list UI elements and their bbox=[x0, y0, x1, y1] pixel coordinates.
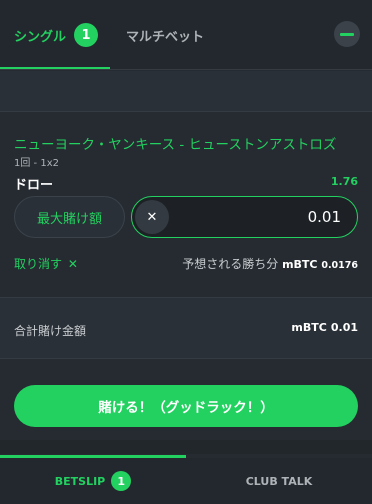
tab-betslip-count-badge: 1 bbox=[111, 471, 132, 491]
spacer-band bbox=[0, 71, 372, 111]
payout-label: 予想される勝ち分 bbox=[182, 257, 279, 271]
tab-single[interactable]: シングル 1 bbox=[14, 0, 99, 70]
close-icon: ✕ bbox=[67, 257, 78, 271]
clear-stake-button[interactable]: ✕ bbox=[135, 200, 169, 234]
odds-value: 1.76 bbox=[330, 175, 358, 188]
tab-betslip-label: BETSLIP bbox=[54, 474, 106, 488]
total-stake: mBTC 0.01 bbox=[291, 321, 358, 334]
market-label: 1回 - 1x2 bbox=[14, 158, 59, 169]
scroll-fade bbox=[0, 440, 372, 454]
cancel-label: 取り消す bbox=[14, 257, 63, 271]
max-bet-button[interactable]: 最大賭け額 bbox=[14, 196, 125, 238]
potential-payout: 予想される勝ち分 mBTC 0.0176 bbox=[182, 255, 358, 272]
cancel-button[interactable]: 取り消す ✕ bbox=[14, 255, 78, 272]
tab-betslip[interactable]: BETSLIP 1 bbox=[0, 458, 186, 504]
divider bbox=[0, 358, 372, 359]
payout-currency: mBTC bbox=[282, 258, 318, 271]
tab-club-talk-label: CLUB TALK bbox=[245, 474, 313, 488]
payout-value: 0.0176 bbox=[321, 260, 358, 271]
active-tab-indicator bbox=[0, 67, 110, 69]
tab-multi-label: マルチベット bbox=[126, 29, 205, 45]
stake-value: 0.01 bbox=[307, 208, 341, 226]
total-currency: mBTC bbox=[291, 321, 327, 334]
place-bet-button[interactable]: 賭ける！（グッドラック！） bbox=[14, 385, 358, 427]
tab-single-count-badge: 1 bbox=[74, 23, 99, 47]
divider bbox=[0, 111, 372, 112]
total-value: 0.01 bbox=[330, 321, 358, 334]
tab-single-label: シングル bbox=[14, 29, 67, 45]
minus-icon bbox=[340, 32, 354, 36]
collapse-button[interactable] bbox=[334, 21, 360, 47]
tab-club-talk[interactable]: CLUB TALK bbox=[186, 458, 372, 504]
betslip-header: シングル 1 マルチベット bbox=[0, 0, 372, 70]
stake-input[interactable]: ✕ 0.01 bbox=[131, 196, 358, 238]
selection-label: ドロー bbox=[14, 178, 54, 193]
total-stake-label: 合計賭け金額 bbox=[14, 324, 87, 338]
tab-multi[interactable]: マルチベット bbox=[126, 0, 204, 70]
match-title[interactable]: ニューヨーク・ヤンキース - ヒューストンアストロズ bbox=[14, 133, 336, 153]
close-icon: ✕ bbox=[146, 209, 158, 225]
